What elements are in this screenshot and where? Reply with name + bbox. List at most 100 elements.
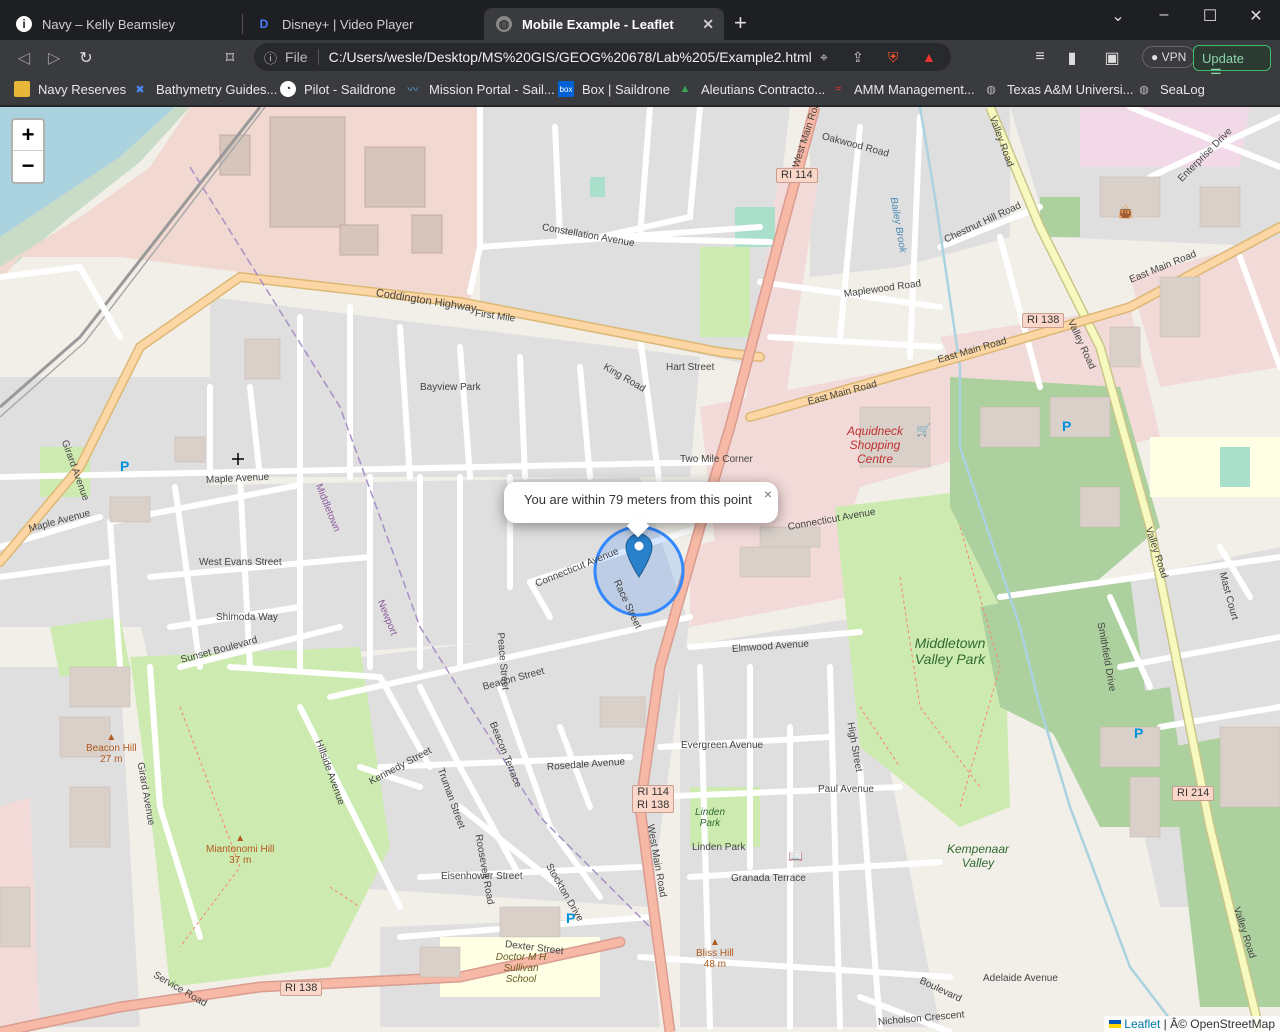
road-label: Adelaide Avenue <box>983 973 1058 984</box>
ukraine-flag-icon <box>1108 1020 1121 1028</box>
close-window-icon[interactable]: ✕ <box>1246 6 1266 26</box>
route-shield: RI 138 <box>1022 313 1065 328</box>
road-label: Two Mile Corner <box>680 454 753 465</box>
tab-mobile-example[interactable]: ◍ Mobile Example - Leaflet ✕ <box>484 8 724 40</box>
parking-icon: P <box>1062 418 1072 434</box>
peak-label: ▲ Beacon Hill 27 m <box>86 732 137 765</box>
bookmarks-bar: Navy Reserves ✖ Bathymetry Guides... ◔ Pil… <box>0 74 1280 106</box>
globe-icon: ◍ <box>496 16 512 32</box>
disney-icon: D <box>259 17 269 31</box>
library-icon: 📖 <box>788 849 803 863</box>
tab-strip: i Navy – Kelly Beamsley D Disney+ | Vide… <box>0 0 1280 40</box>
route-shield: RI 114 RI 138 <box>632 785 675 813</box>
popup-close-button[interactable]: × <box>764 486 772 502</box>
bookmark-label: AMM Management... <box>854 81 975 97</box>
back-icon[interactable]: ◁ <box>14 48 34 68</box>
shop-icon: 🛒 <box>916 423 931 437</box>
address-bar[interactable]: ⓘ File C:/Users/wesle/Desktop/MS%20GIS/G… <box>254 43 951 71</box>
bookmark-label: SeaLog <box>1160 81 1205 97</box>
bookmark-aleutians[interactable]: ▲ Aleutians Contracto... <box>677 81 826 97</box>
bookmark-label: Navy Reserves <box>38 81 127 97</box>
bookmark-label: Texas A&M Universi... <box>1007 81 1134 97</box>
update-label: Update <box>1202 51 1244 66</box>
bookmark-label: Bathymetry Guides... <box>156 81 278 97</box>
road-label: West Evans Street <box>199 557 282 568</box>
bookmark-mission-portal[interactable]: 〰 Mission Portal - Sail... <box>405 81 555 97</box>
new-tab-button[interactable]: + <box>734 10 747 36</box>
road-label: Evergreen Avenue <box>681 740 764 751</box>
peak-label: ▲ Miantonomi Hill 37 m <box>206 833 275 866</box>
road-label: Bayview Park <box>420 382 481 393</box>
update-button[interactable]: Update ☰ <box>1193 45 1271 81</box>
park-label: Linden Park <box>694 807 726 829</box>
zoom-in-button[interactable]: + <box>13 120 43 151</box>
wallet-icon[interactable]: ▣ <box>1102 48 1122 68</box>
info-icon[interactable]: ⓘ <box>264 48 277 67</box>
tab-title: Disney+ | Video Player <box>282 16 414 32</box>
parking-icon: P <box>120 458 130 474</box>
tab-title: Mobile Example - Leaflet <box>522 16 674 32</box>
drive-icon: ▲ <box>679 83 691 95</box>
share-icon[interactable]: ⇪ <box>852 49 864 66</box>
brave-rewards-icon[interactable]: ▲ <box>922 49 936 65</box>
reload-icon[interactable]: ↻ <box>76 48 96 68</box>
bookmark-box[interactable]: box Box | Saildrone <box>558 81 670 97</box>
parking-icon: P <box>1134 725 1144 741</box>
bookmark-sealog[interactable]: ◍ SeaLog <box>1136 81 1205 97</box>
parking-icon: P <box>566 910 576 926</box>
folder-icon <box>14 81 30 97</box>
sidebar-icon[interactable]: ▮ <box>1062 48 1082 68</box>
leaflet-map[interactable]: Coddington Highway First Mile East Main … <box>0 107 1280 1032</box>
bookmark-label: Box | Saildrone <box>582 81 670 97</box>
bookmark-navy-reserves[interactable]: Navy Reserves <box>14 81 126 97</box>
popup-text: You are within 79 meters from this point <box>524 492 752 507</box>
bookmark-bathymetry[interactable]: ✖ Bathymetry Guides... <box>132 81 277 97</box>
vpn-button[interactable]: ● VPN <box>1142 46 1196 68</box>
peak-label: ▲ Bliss Hill 48 m <box>696 937 734 970</box>
bookmark-tamu[interactable]: ◍ Texas A&M Universi... <box>983 81 1133 97</box>
url-scheme: File <box>285 49 319 65</box>
close-tab-icon[interactable]: ✕ <box>702 16 714 33</box>
leaflet-link[interactable]: Leaflet <box>1124 1017 1160 1031</box>
osm-attribution: | Â© OpenStreetMap <box>1160 1017 1275 1031</box>
zoom-control: + − <box>11 118 45 184</box>
vpn-label: VPN <box>1161 50 1187 64</box>
box-icon: box <box>558 81 574 97</box>
chart-icon: 〰 <box>407 84 419 96</box>
navigation-toolbar: ◁ ▷ ↻ ⌑ ⓘ File C:/Users/wesle/Desktop/MS… <box>0 40 1280 81</box>
forward-icon[interactable]: ▷ <box>44 48 64 68</box>
globe-icon: ◍ <box>1139 83 1149 96</box>
brave-shield-icon[interactable]: ⛨ <box>888 49 899 66</box>
location-icon[interactable]: ⌖ <box>820 49 828 66</box>
route-shield: RI 138 <box>280 981 323 996</box>
route-shield: RI 114 <box>776 168 818 183</box>
tool-icon: ✖ <box>135 83 145 96</box>
compass-icon: ◔ <box>280 81 296 97</box>
bookmark-icon[interactable]: ⌑ <box>220 48 240 68</box>
playlist-icon[interactable]: ≡ <box>1030 48 1050 66</box>
map-tiles <box>0 107 1280 1032</box>
minimize-icon[interactable]: – <box>1154 6 1174 24</box>
park-label: Middletown Valley Park <box>914 635 986 667</box>
map-attribution: Leaflet | Â© OpenStreetMap <box>1103 1016 1280 1032</box>
globe-icon: ◍ <box>986 83 996 96</box>
info-icon: i <box>16 16 32 32</box>
road-label: Shimoda Way <box>216 612 278 623</box>
tab-title: Navy – Kelly Beamsley <box>42 16 175 32</box>
url-text[interactable]: C:/Users/wesle/Desktop/MS%20GIS/GEOG%206… <box>329 49 812 65</box>
tab-search-icon[interactable]: ⌄ <box>1108 6 1128 26</box>
bookmark-label: Aleutians Contracto... <box>701 81 826 97</box>
tab-disney[interactable]: D Disney+ | Video Player <box>244 8 480 40</box>
maximize-icon[interactable]: ☐ <box>1200 6 1220 26</box>
location-popup: You are within 79 meters from this point… <box>504 482 778 538</box>
school-label: Doctor M H Sullivan School <box>495 952 547 985</box>
zoom-out-button[interactable]: − <box>13 151 43 182</box>
route-shield: RI 214 <box>1172 786 1215 801</box>
road-label: Granada Terrace <box>731 873 806 884</box>
bookmark-pilot[interactable]: ◔ Pilot - Saildrone <box>280 81 396 97</box>
bookmark-label: Pilot - Saildrone <box>304 81 396 97</box>
road-label: Paul Avenue <box>818 784 874 795</box>
tab-navy[interactable]: i Navy – Kelly Beamsley <box>4 8 240 40</box>
road-label: Linden Park <box>692 842 746 853</box>
bookmark-amm[interactable]: ≈ AMM Management... <box>830 81 975 97</box>
